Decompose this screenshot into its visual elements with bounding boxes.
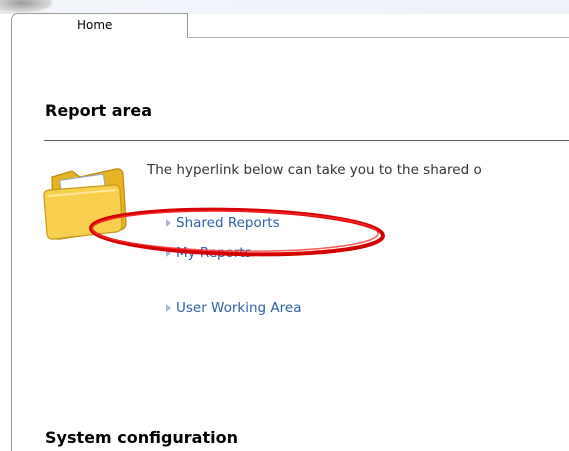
my-reports-link[interactable]: My Reports [166,245,252,261]
shared-reports-link[interactable]: Shared Reports [166,215,280,231]
triangle-bullet-icon [166,219,171,227]
report-area-divider [44,140,569,141]
report-area-title: Report area [45,101,153,120]
folder-icon [43,168,127,240]
user-working-area-link[interactable]: User Working Area [166,300,301,316]
shared-reports-label: Shared Reports [176,215,280,231]
tab-strip-line [189,37,569,38]
tab-home[interactable]: Home [11,13,188,38]
tab-home-label: Home [77,18,113,32]
system-configuration-title: System configuration [45,428,238,447]
triangle-bullet-icon [166,249,171,257]
page: Home Report area The hyperlink below can… [0,0,569,451]
user-working-area-label: User Working Area [176,300,302,316]
report-area-intro: The hyperlink below can take you to the … [147,162,482,178]
top-strip [0,0,569,14]
my-reports-label: My Reports [176,245,252,261]
triangle-bullet-icon [166,304,171,312]
content-border [11,37,12,451]
